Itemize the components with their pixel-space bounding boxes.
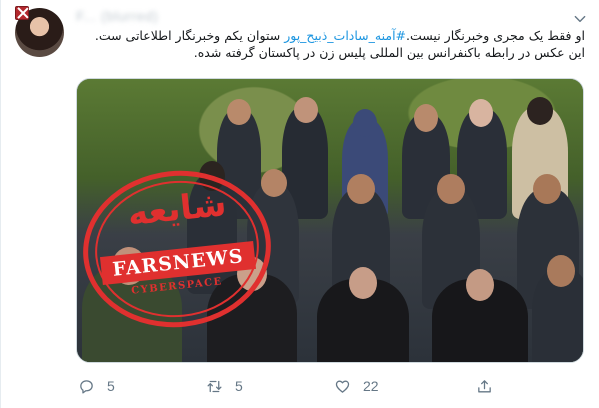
- user-name[interactable]: F... (blurred): [76, 8, 158, 24]
- retweet-icon: [207, 380, 222, 392]
- like-count: 22: [363, 378, 379, 394]
- retweet-button[interactable]: 5: [206, 373, 243, 399]
- reply-button[interactable]: 5: [78, 373, 115, 399]
- reply-count: 5: [107, 378, 115, 394]
- rumor-stamp: شایعه FARSNEWS CYBERSPACE: [77, 161, 279, 337]
- tweet-text: او فقط یک مجری وخبرنگار نیست.#آمنه_سادات…: [76, 27, 585, 61]
- tweet-header: F... (blurred): [76, 6, 158, 26]
- tweet-text-intro: او فقط یک مجری وخبرنگار نیست.: [406, 28, 585, 43]
- tweet-text-line-1: او فقط یک مجری وخبرنگار نیست.#آمنه_سادات…: [76, 27, 585, 44]
- hashtag-link[interactable]: #آمنه_سادات_ذبیح_پور: [284, 28, 406, 43]
- reply-icon: [80, 379, 93, 394]
- tweet-photo[interactable]: شایعه FARSNEWS CYBERSPACE: [76, 78, 584, 363]
- heart-icon: [335, 380, 350, 393]
- like-button[interactable]: 22: [334, 373, 379, 399]
- tweet-text-tail: ستوان یکم وخبرنگار اطلاعاتی ست.: [94, 28, 285, 43]
- tweet-actions: 5 5 22: [76, 373, 576, 399]
- share-icon: [478, 379, 491, 392]
- share-button[interactable]: [476, 373, 493, 399]
- retweet-count: 5: [235, 378, 243, 394]
- tweet-text-line-2: این عکس در رابطه باکنفرانس بین المللی پل…: [193, 45, 585, 60]
- tweet-card[interactable]: F... (blurred) او فقط یک مجری وخبرنگار ن…: [0, 0, 599, 408]
- flag-badge-icon: [15, 6, 29, 20]
- chevron-down-icon: [574, 15, 586, 23]
